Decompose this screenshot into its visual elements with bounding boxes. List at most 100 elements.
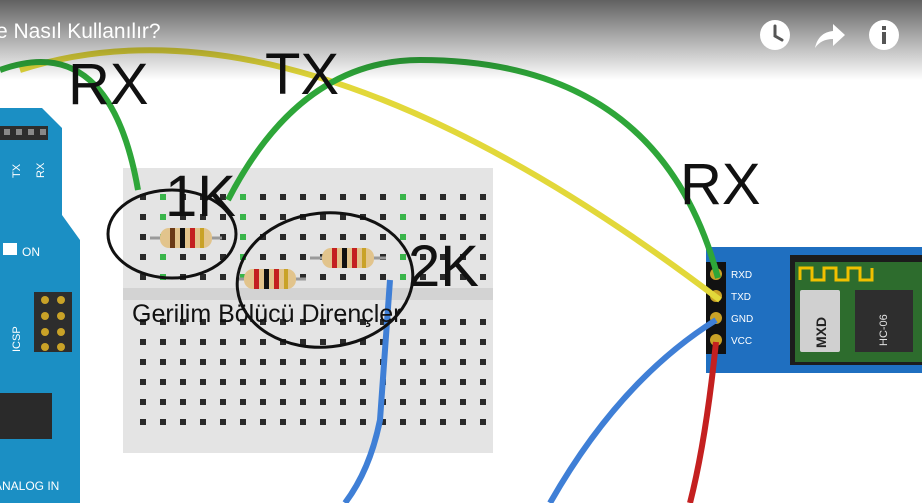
breadboard-hole xyxy=(480,359,486,365)
breadboard-hole xyxy=(220,419,226,425)
breadboard-hole xyxy=(220,399,226,405)
breadboard-hole xyxy=(260,254,266,260)
wire-blue-right xyxy=(547,317,718,503)
breadboard-hole xyxy=(440,319,446,325)
breadboard-hole xyxy=(260,359,266,365)
breadboard-hole xyxy=(300,234,306,240)
breadboard-hole xyxy=(420,419,426,425)
arduino-on-label: ON xyxy=(22,245,40,259)
breadboard-hole xyxy=(440,359,446,365)
breadboard-hole xyxy=(320,359,326,365)
breadboard-hole xyxy=(460,399,466,405)
breadboard-hole xyxy=(220,359,226,365)
breadboard-hole xyxy=(320,399,326,405)
breadboard-hole xyxy=(320,234,326,240)
breadboard-hole xyxy=(200,359,206,365)
breadboard-hole xyxy=(160,399,166,405)
breadboard-hole xyxy=(200,254,206,260)
breadboard-hole xyxy=(240,399,246,405)
breadboard-hole xyxy=(200,399,206,405)
arduino-icsp-label: ICSP xyxy=(11,326,23,352)
breadboard-hole xyxy=(380,194,386,200)
share-icon[interactable] xyxy=(813,18,847,52)
breadboard-hole xyxy=(140,399,146,405)
arduino-analog-label: ANALOG IN xyxy=(0,479,59,493)
breadboard-hole xyxy=(340,359,346,365)
breadboard-hole xyxy=(160,359,166,365)
video-title[interactable]: e Nasıl Kullanılır? xyxy=(0,20,161,44)
breadboard-hole xyxy=(280,234,286,240)
breadboard-hole xyxy=(260,194,266,200)
breadboard-hole xyxy=(480,399,486,405)
breadboard-hole xyxy=(180,359,186,365)
breadboard-hole xyxy=(220,274,226,280)
breadboard-hole xyxy=(480,234,486,240)
module-chip-label: MXD xyxy=(813,317,829,348)
breadboard-hole xyxy=(280,359,286,365)
breadboard-hole xyxy=(400,234,406,240)
breadboard-hole xyxy=(320,274,326,280)
video-frame: TX RX ON ICSP ANALOG IN MXD HC-06 RXD TX… xyxy=(0,0,922,503)
video-top-bar: e Nasıl Kullanılır? xyxy=(0,0,922,80)
breadboard-hole xyxy=(420,399,426,405)
arduino-header xyxy=(0,126,48,140)
breadboard-hole xyxy=(300,254,306,260)
breadboard-hole xyxy=(240,214,246,220)
breadboard-hole xyxy=(360,234,366,240)
resistor-2k-label: 2K xyxy=(408,234,479,299)
breadboard-hole xyxy=(300,339,306,345)
module-pin-label: GND xyxy=(731,314,753,325)
breadboard-hole xyxy=(460,319,466,325)
breadboard-hole xyxy=(400,419,406,425)
breadboard-hole xyxy=(340,379,346,385)
breadboard-hole xyxy=(320,339,326,345)
breadboard-hole xyxy=(200,419,206,425)
wire-red xyxy=(687,341,719,503)
breadboard-hole xyxy=(400,399,406,405)
breadboard-hole xyxy=(420,339,426,345)
breadboard-hole xyxy=(400,194,406,200)
breadboard-hole xyxy=(160,379,166,385)
watch-later-icon[interactable] xyxy=(758,18,792,52)
info-icon[interactable] xyxy=(867,18,901,52)
breadboard-hole xyxy=(460,379,466,385)
breadboard-hole xyxy=(260,339,266,345)
breadboard-hole xyxy=(360,359,366,365)
breadboard-hole xyxy=(340,194,346,200)
breadboard-hole xyxy=(320,419,326,425)
breadboard-hole xyxy=(140,359,146,365)
breadboard-hole xyxy=(220,339,226,345)
breadboard-hole xyxy=(300,379,306,385)
breadboard-hole xyxy=(460,359,466,365)
breadboard-hole xyxy=(260,379,266,385)
breadboard-hole xyxy=(240,379,246,385)
breadboard-hole xyxy=(460,419,466,425)
module-pin-label: RXD xyxy=(731,270,752,281)
breadboard-hole xyxy=(160,339,166,345)
breadboard-hole xyxy=(280,419,286,425)
breadboard-hole xyxy=(240,194,246,200)
module-antenna xyxy=(798,266,874,282)
breadboard-hole xyxy=(480,274,486,280)
breadboard-hole xyxy=(300,359,306,365)
arduino-tx-label: TX xyxy=(11,163,23,178)
breadboard-hole xyxy=(400,339,406,345)
module-pin-label: VCC xyxy=(731,336,752,347)
breadboard-hole xyxy=(440,379,446,385)
breadboard-hole xyxy=(260,214,266,220)
breadboard-hole xyxy=(180,254,186,260)
breadboard-hole xyxy=(240,234,246,240)
breadboard-hole xyxy=(380,274,386,280)
breadboard-hole xyxy=(280,254,286,260)
breadboard-hole xyxy=(360,194,366,200)
breadboard-hole xyxy=(360,274,366,280)
breadboard-hole xyxy=(140,234,146,240)
breadboard-hole xyxy=(280,194,286,200)
breadboard-hole xyxy=(440,339,446,345)
breadboard-hole xyxy=(280,214,286,220)
breadboard-hole xyxy=(300,399,306,405)
breadboard-hole xyxy=(420,379,426,385)
breadboard-hole xyxy=(300,194,306,200)
breadboard-hole xyxy=(340,274,346,280)
breadboard-hole xyxy=(240,359,246,365)
